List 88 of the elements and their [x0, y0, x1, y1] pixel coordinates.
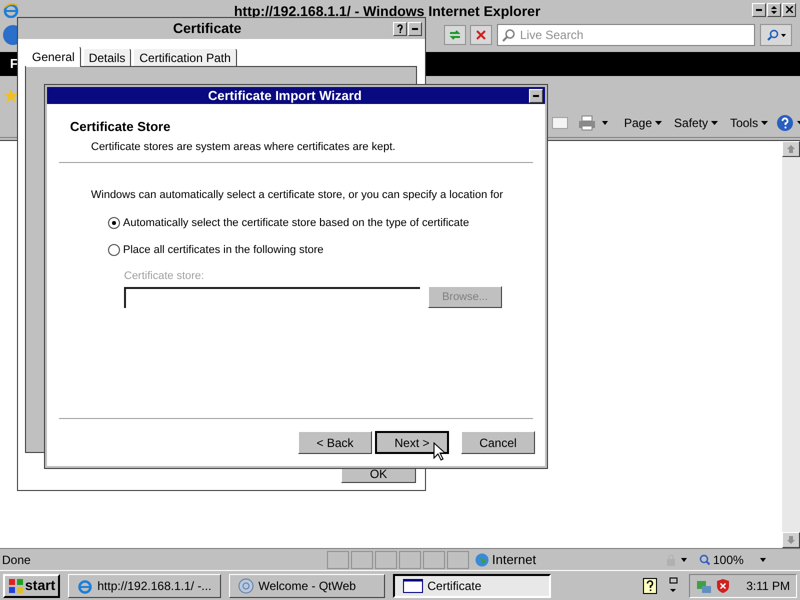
- browser-logo-icon: [77, 578, 94, 594]
- question-mark-icon: [397, 24, 403, 33]
- minimize-icon: [533, 94, 539, 96]
- taskbar-button[interactable]: Welcome - QtWeb: [229, 574, 386, 598]
- tab[interactable]: Details: [82, 48, 132, 66]
- arrow-up-icon: [787, 145, 795, 153]
- printer-icon: [578, 115, 596, 131]
- radio-label[interactable]: Automatically select the certificate store based on the type of certificate: [123, 214, 470, 231]
- window-title: Certificate Import Wizard: [208, 86, 362, 105]
- status-panel: [423, 550, 445, 568]
- heading: Certificate Store: [70, 118, 172, 136]
- caret-icon: [655, 121, 662, 125]
- zoom-button[interactable]: 100%: [699, 550, 779, 568]
- globe-icon: [238, 578, 254, 594]
- tab[interactable]: General: [26, 46, 81, 67]
- minimize-button[interactable]: [752, 2, 766, 16]
- caret-icon: [602, 121, 608, 125]
- status-panel: [327, 550, 349, 568]
- status-panel: [351, 550, 373, 568]
- zone-text: Internet: [492, 550, 536, 569]
- status-panel: [375, 550, 397, 568]
- stop-button[interactable]: [470, 25, 492, 45]
- caret-icon: [711, 121, 718, 125]
- shield-icon[interactable]: [716, 578, 730, 594]
- search-button[interactable]: [760, 24, 792, 46]
- wizard-button[interactable]: Cancel: [461, 431, 535, 454]
- wizard-button[interactable]: Next >: [375, 431, 449, 454]
- mouse-pointer-icon: [433, 442, 445, 461]
- scrollbar[interactable]: [782, 141, 800, 548]
- search-field[interactable]: Live Search: [497, 24, 755, 46]
- help-icon: [776, 114, 794, 132]
- restore-icon: [771, 6, 777, 14]
- status-panel: [399, 550, 421, 568]
- print-button[interactable]: [578, 115, 608, 131]
- refresh-button[interactable]: [444, 25, 466, 45]
- start-label: start: [25, 576, 56, 595]
- radio-label[interactable]: Place all certificates in the following store: [123, 242, 324, 258]
- close-icon: [786, 6, 792, 13]
- zoom-level: 100%: [713, 552, 744, 568]
- radio-button[interactable]: [108, 244, 120, 256]
- stop-icon: [476, 30, 486, 40]
- scroll-up-button[interactable]: [782, 141, 800, 157]
- close-button[interactable]: [782, 2, 796, 16]
- banner-text: F: [10, 55, 18, 74]
- tab[interactable]: Certification Path: [133, 48, 237, 66]
- menu-button[interactable]: Tools: [726, 114, 772, 132]
- arrow-down-icon: [787, 536, 795, 544]
- subheading: Certificate stores are system areas where certificates are kept.: [91, 140, 396, 154]
- status-panel: [447, 550, 469, 568]
- minimize-icon: [756, 8, 762, 10]
- windows-logo-icon: [8, 578, 24, 594]
- window-title: Certificate: [173, 19, 242, 38]
- window-switch-icon[interactable]: [667, 576, 680, 594]
- restore-button[interactable]: [767, 2, 781, 16]
- caret-icon: [681, 558, 687, 562]
- taskbar-button[interactable]: Certificate: [393, 574, 552, 598]
- radio-button[interactable]: [108, 216, 120, 229]
- minimize-icon: [412, 28, 418, 30]
- caret-icon: [780, 34, 786, 36]
- browser-logo-icon: [3, 2, 19, 18]
- wizard-button[interactable]: < Back: [298, 431, 372, 454]
- menu-button[interactable]: Page: [620, 114, 666, 132]
- window-title: http://192.168.1.1/ - Windows Internet Explorer: [234, 2, 540, 21]
- minimize-button[interactable]: [529, 88, 543, 102]
- zoom-icon: [699, 554, 711, 566]
- taskbar-label: Certificate: [427, 578, 482, 594]
- minimize-button[interactable]: [408, 22, 422, 36]
- caret-icon: [760, 558, 766, 562]
- start-button[interactable]: start: [3, 574, 60, 598]
- scroll-down-button[interactable]: [782, 532, 800, 548]
- refresh-icon: [448, 29, 462, 41]
- star-icon[interactable]: [4, 89, 18, 103]
- clock: 3:11 PM: [746, 578, 790, 594]
- status-text: Done: [2, 552, 32, 568]
- taskbar-button[interactable]: http://192.168.1.1/ -...: [68, 574, 222, 598]
- menu-button[interactable]: Safety: [670, 114, 722, 132]
- taskbar-label: http://192.168.1.1/ -...: [97, 578, 212, 594]
- field-label: Certificate store:: [124, 268, 206, 284]
- taskbar-label: Welcome - QtWeb: [258, 578, 356, 594]
- caret-icon: [761, 121, 768, 125]
- intro-text: Windows can automatically select a certificate store, or you can specify a location for: [91, 188, 504, 203]
- search-icon: [502, 28, 516, 42]
- globe-icon: [475, 552, 489, 566]
- help-button[interactable]: [776, 114, 800, 132]
- window-icon: [403, 578, 424, 592]
- help-icon[interactable]: [643, 578, 658, 594]
- help-button[interactable]: [393, 22, 407, 36]
- search-icon: [766, 29, 778, 41]
